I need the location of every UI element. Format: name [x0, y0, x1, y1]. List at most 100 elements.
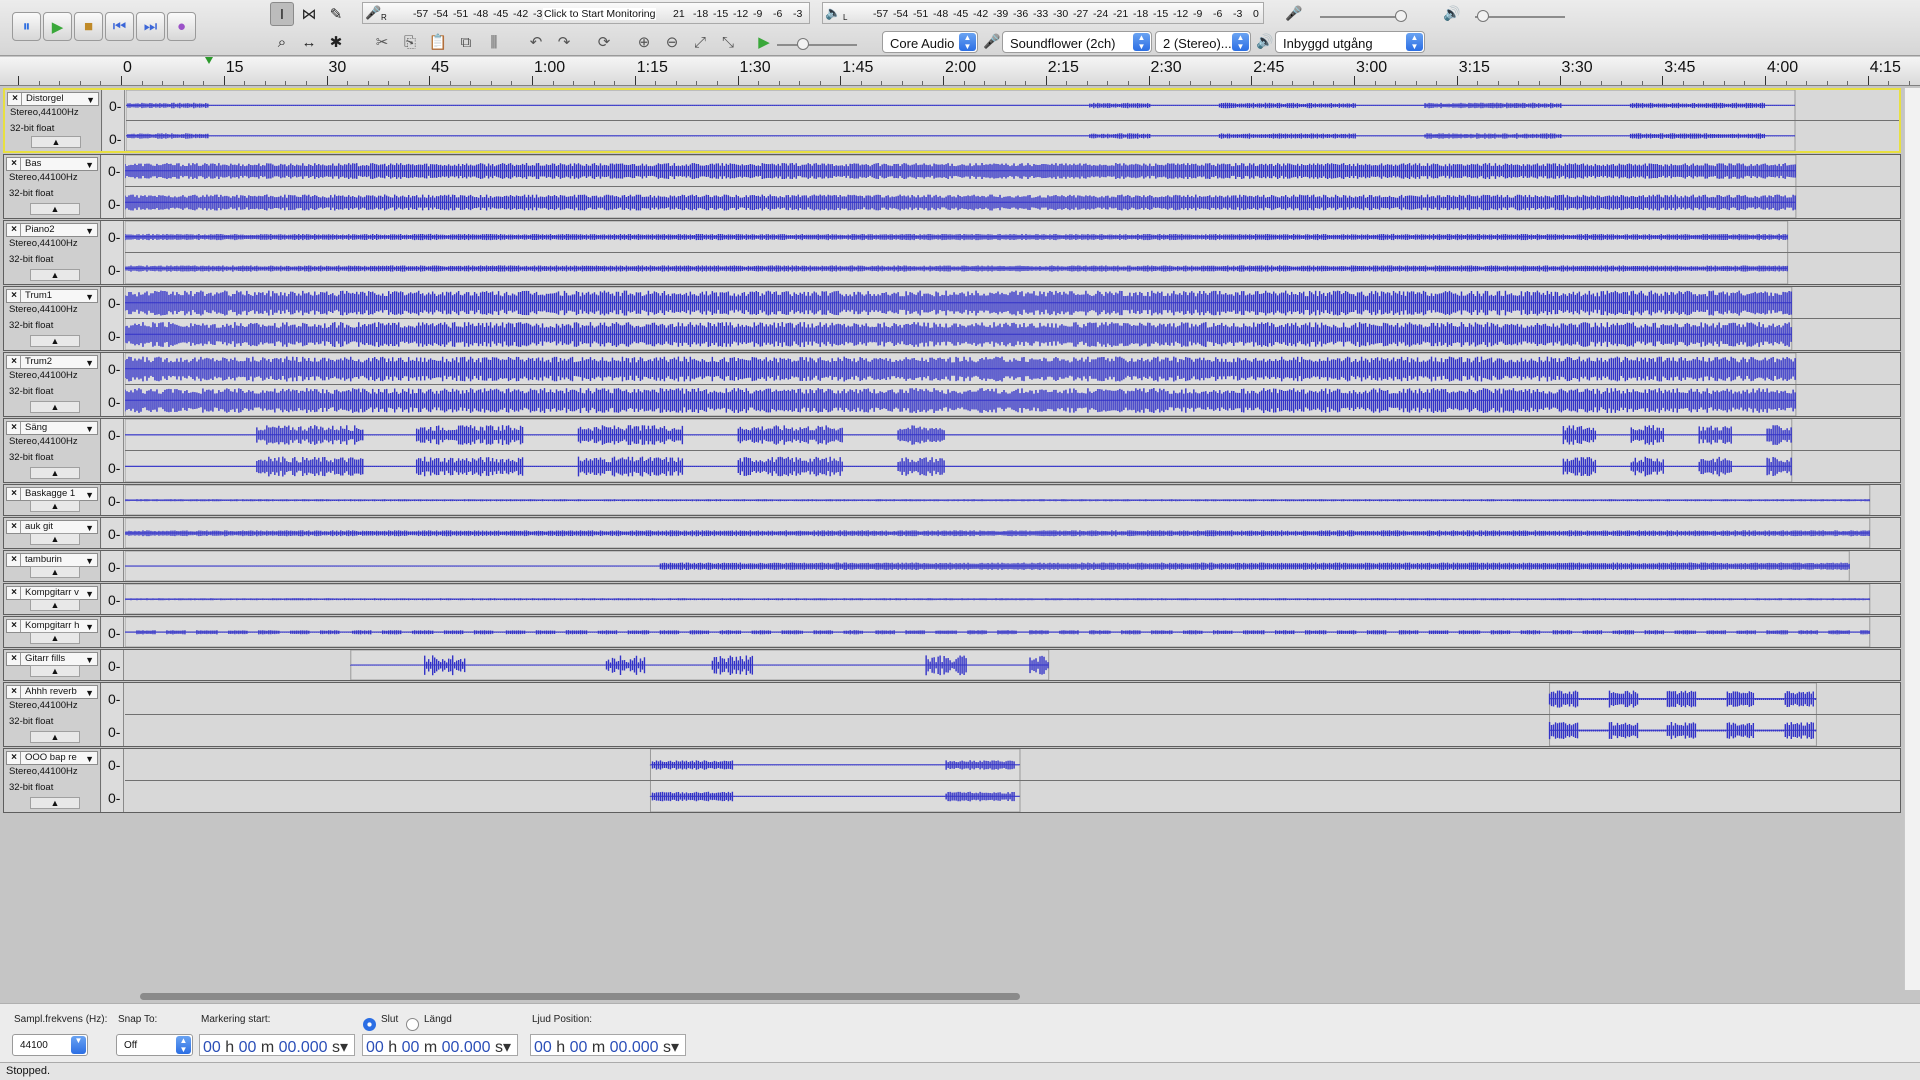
close-icon[interactable]: × — [9, 93, 22, 105]
track-name-button[interactable]: × Trum1 ▼ — [6, 289, 98, 303]
stop-button[interactable]: ■ — [74, 12, 103, 41]
end-radio[interactable] — [363, 1018, 376, 1031]
track-name-button[interactable]: × Distorgel ▼ — [7, 92, 99, 106]
playback-meter[interactable]: 🔈 L -57 -54 -51 -48 -45 -42 -39 -36 -33 -30 -27 -24… — [822, 2, 1264, 24]
collapse-icon[interactable]: ▲ — [30, 500, 80, 512]
chevron-down-icon[interactable]: ▼ — [85, 489, 94, 500]
close-icon[interactable]: × — [8, 587, 21, 599]
track-control-panel[interactable]: × OOO bap re ▼ Stereo,44100Hz 32-bit float ▲ — [4, 749, 101, 812]
track-name-button[interactable]: × Bas ▼ — [6, 157, 98, 171]
copy-icon[interactable]: ⎘ — [398, 30, 422, 54]
record-button[interactable]: ● — [167, 12, 196, 41]
close-icon[interactable]: × — [8, 356, 21, 368]
track-control-panel[interactable]: × Säng ▼ Stereo,44100Hz 32-bit float ▲ — [4, 419, 101, 482]
track-control-panel[interactable]: × Baskagge 1 ▼ ▲ — [4, 485, 101, 515]
track-name-button[interactable]: × Säng ▼ — [6, 421, 98, 435]
zoom-out-icon[interactable]: ⊖ — [660, 30, 684, 54]
chevron-down-icon[interactable]: ▼ — [85, 588, 94, 599]
track-control-panel[interactable]: × Trum1 ▼ Stereo,44100Hz 32-bit float ▲ — [4, 287, 101, 350]
track-control-panel[interactable]: × Kompgitarr h ▼ ▲ — [4, 617, 101, 647]
track-name-button[interactable]: × Gitarr fills ▼ — [6, 652, 98, 666]
chevron-down-icon[interactable]: ▼ — [86, 94, 95, 105]
undo-icon[interactable]: ↶ — [524, 30, 548, 54]
skip-start-button[interactable]: ⏮ — [105, 12, 134, 41]
output-device-select[interactable]: Inbyggd utgång ▲ ▼ — [1275, 31, 1425, 53]
record-volume-slider[interactable] — [1320, 10, 1407, 22]
audio-position-time[interactable]: 00 h 00 m 00.000 s▾ — [530, 1034, 686, 1056]
track[interactable]: × Baskagge 1 ▼ ▲ 0- — [3, 484, 1901, 516]
close-icon[interactable]: × — [8, 554, 21, 566]
track[interactable]: × Piano2 ▼ Stereo,44100Hz 32-bit float ▲ 0- 0- — [3, 220, 1901, 285]
cut-icon[interactable]: ✂ — [370, 30, 394, 54]
track-control-panel[interactable]: × tamburin ▼ ▲ — [4, 551, 101, 581]
paste-icon[interactable]: 📋 — [426, 30, 450, 54]
waveform[interactable] — [125, 155, 1900, 218]
track-name-button[interactable]: × Kompgitarr v ▼ — [6, 586, 98, 600]
chevron-down-icon[interactable]: ▼ — [85, 555, 94, 566]
chevron-down-icon[interactable]: ▼ — [85, 522, 94, 533]
track[interactable]: × Trum2 ▼ Stereo,44100Hz 32-bit float ▲ 0- 0- — [3, 352, 1901, 417]
track[interactable]: × Trum1 ▼ Stereo,44100Hz 32-bit float ▲ 0- 0- — [3, 286, 1901, 351]
close-icon[interactable]: × — [8, 290, 21, 302]
collapse-icon[interactable]: ▲ — [30, 797, 80, 809]
rate-select[interactable]: 44100 ▼ — [12, 1034, 88, 1056]
track-control-panel[interactable]: × Trum2 ▼ Stereo,44100Hz 32-bit float ▲ — [4, 353, 101, 416]
collapse-icon[interactable]: ▲ — [30, 566, 80, 578]
collapse-icon[interactable]: ▲ — [30, 533, 80, 545]
play-speed-knob[interactable] — [797, 38, 809, 50]
zoom-in-icon[interactable]: ⊕ — [632, 30, 656, 54]
chevron-down-icon[interactable]: ▼ — [85, 753, 94, 764]
track-name-button[interactable]: × Baskagge 1 ▼ — [6, 487, 98, 501]
collapse-icon[interactable]: ▲ — [30, 335, 80, 347]
track[interactable]: × Bas ▼ Stereo,44100Hz 32-bit float ▲ 0- 0- — [3, 154, 1901, 219]
draw-tool[interactable]: ✎ — [324, 2, 348, 26]
close-icon[interactable]: × — [8, 620, 21, 632]
waveform[interactable] — [125, 485, 1900, 515]
close-icon[interactable]: × — [8, 653, 21, 665]
audio-host-select[interactable]: Core Audio ▲ ▼ — [882, 31, 978, 53]
waveform[interactable] — [125, 551, 1900, 581]
chevron-down-icon[interactable]: ▼ — [85, 159, 94, 170]
track-control-panel[interactable]: × Distorgel ▼ Stereo,44100Hz 32-bit float ▲ — [5, 90, 102, 151]
track[interactable]: × tamburin ▼ ▲ 0- — [3, 550, 1901, 582]
waveform[interactable] — [125, 419, 1900, 482]
sync-lock-icon[interactable]: ⟳ — [592, 30, 616, 54]
waveform[interactable] — [125, 584, 1900, 614]
track-name-button[interactable]: × Kompgitarr h ▼ — [6, 619, 98, 633]
waveform[interactable] — [126, 90, 1899, 151]
collapse-icon[interactable]: ▲ — [30, 632, 80, 644]
collapse-icon[interactable]: ▲ — [30, 665, 80, 677]
length-radio[interactable] — [406, 1018, 419, 1031]
collapse-icon[interactable]: ▲ — [30, 467, 80, 479]
track-name-button[interactable]: × Piano2 ▼ — [6, 223, 98, 237]
track[interactable]: × auk git ▼ ▲ 0- — [3, 517, 1901, 549]
envelope-tool[interactable]: ⋈ — [297, 2, 321, 26]
playback-volume-slider[interactable] — [1475, 10, 1565, 22]
close-icon[interactable]: × — [8, 752, 21, 764]
close-icon[interactable]: × — [8, 488, 21, 500]
track[interactable]: × Kompgitarr v ▼ ▲ 0- — [3, 583, 1901, 615]
track[interactable]: × Distorgel ▼ Stereo,44100Hz 32-bit float ▲ 0-… — [3, 88, 1901, 153]
close-icon[interactable]: × — [8, 158, 21, 170]
snap-select[interactable]: Off ▲ ▼ — [116, 1034, 193, 1056]
chevron-down-icon[interactable]: ▼ — [85, 357, 94, 368]
close-icon[interactable]: × — [8, 422, 21, 434]
track[interactable]: × Säng ▼ Stereo,44100Hz 32-bit float ▲ 0- 0- — [3, 418, 1901, 483]
record-meter[interactable]: 🎤 R -57 -54 -51 -48 -45 -42 -3 21 -18 -15 -12 -9 -6-… — [362, 2, 810, 24]
waveform[interactable] — [125, 617, 1900, 647]
vertical-scrollbar[interactable] — [1904, 88, 1920, 990]
track-control-panel[interactable]: × Gitarr fills ▼ ▲ — [4, 650, 101, 680]
waveform[interactable] — [125, 749, 1900, 812]
timeline-ruler[interactable]: -1501530451:001:151:301:452:002:152:302:… — [0, 57, 1920, 86]
silence-icon[interactable]: ⫼ — [482, 30, 506, 54]
fit-project-icon[interactable]: ⤡ — [716, 30, 740, 54]
input-channels-select[interactable]: 2 (Stereo)... ▲ ▼ — [1155, 31, 1251, 53]
track-control-panel[interactable]: × Ahhh reverb ▼ Stereo,44100Hz 32-bit float ▲ — [4, 683, 101, 746]
play-speed-slider[interactable] — [777, 38, 857, 50]
chevron-down-icon[interactable]: ▼ — [85, 687, 94, 698]
collapse-icon[interactable]: ▲ — [30, 269, 80, 281]
track-control-panel[interactable]: × Kompgitarr v ▼ ▲ — [4, 584, 101, 614]
waveform[interactable] — [125, 650, 1900, 680]
track-name-button[interactable]: × auk git ▼ — [6, 520, 98, 534]
track-control-panel[interactable]: × auk git ▼ ▲ — [4, 518, 101, 548]
